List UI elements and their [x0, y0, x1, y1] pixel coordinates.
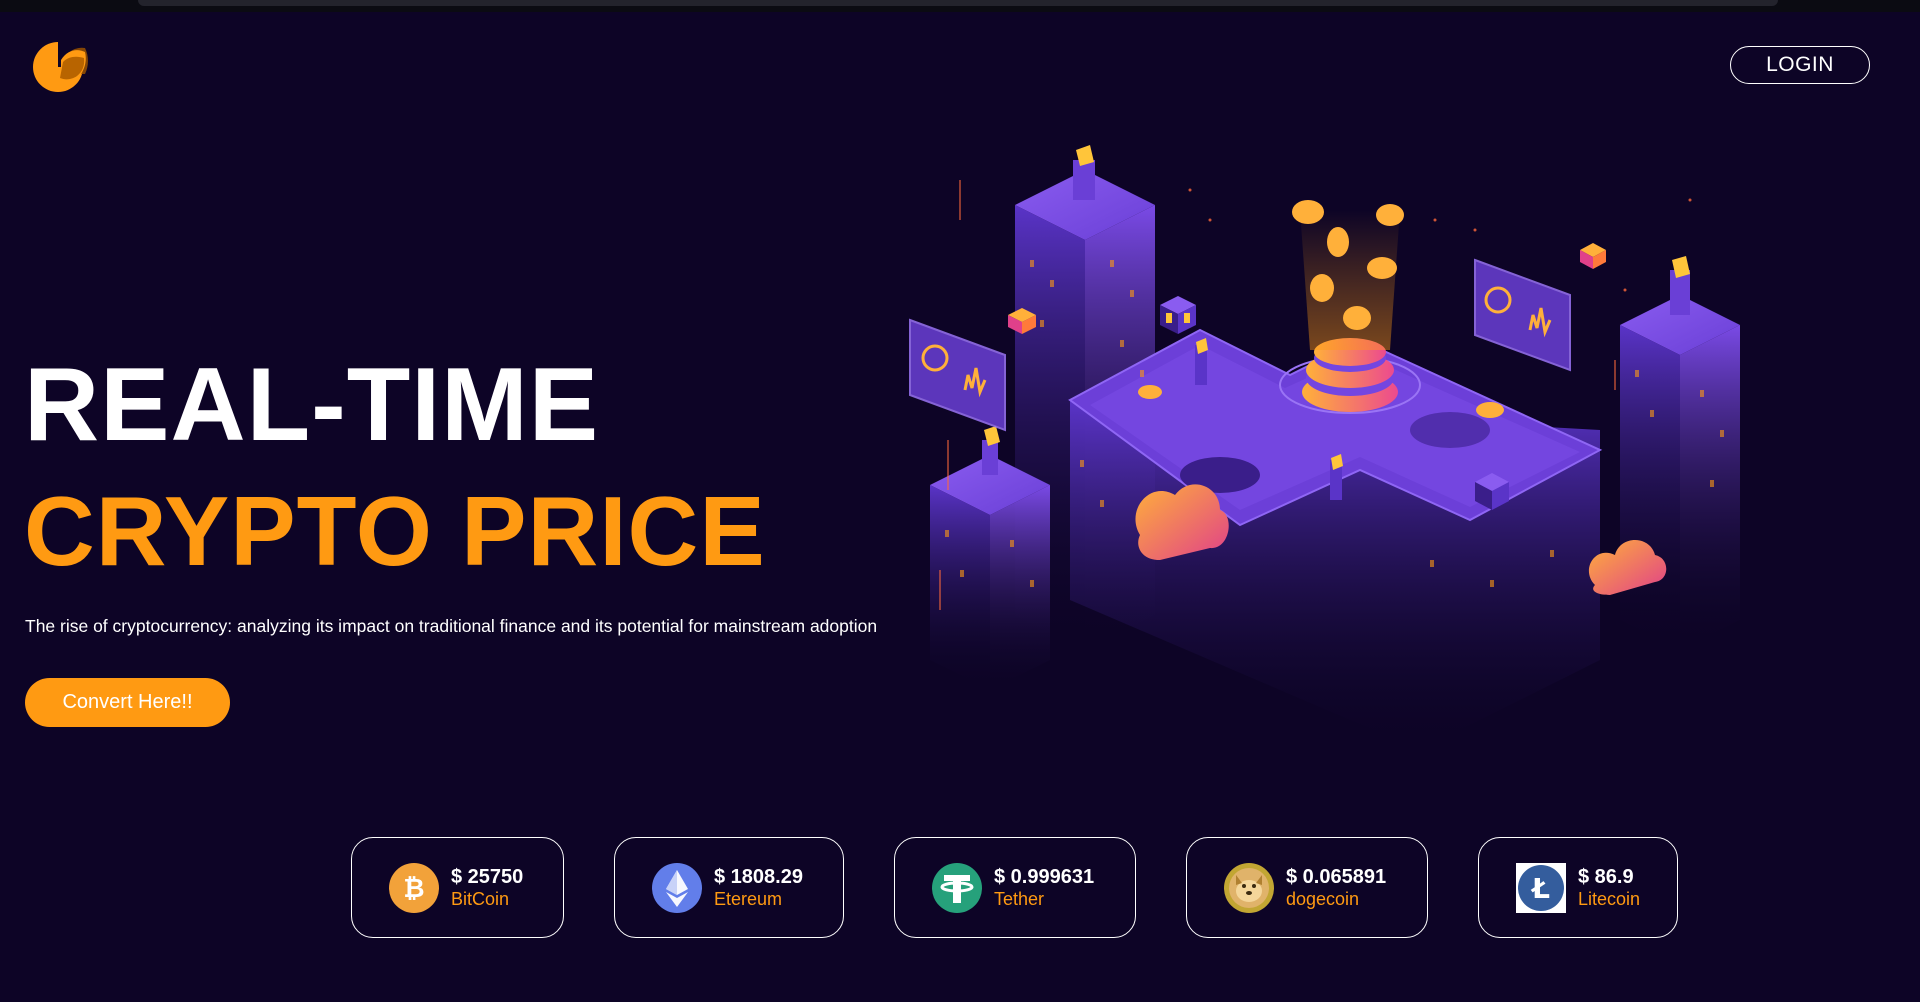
hero-title-line-2: CRYPTO PRICE	[24, 476, 766, 586]
coin-name: BitCoin	[451, 888, 510, 909]
coin-card-tether[interactable]: $ 0.999631 Tether	[894, 837, 1136, 938]
coin-price: $ 0.999631	[994, 865, 1095, 888]
logo-icon[interactable]	[27, 36, 89, 92]
ethereum-icon	[652, 862, 702, 913]
svg-text:Ł: Ł	[1530, 872, 1550, 905]
convert-button[interactable]: Convert Here!!	[25, 678, 230, 727]
dogecoin-icon	[1224, 862, 1274, 913]
scroll-track	[138, 0, 1778, 6]
coin-name: Etereum	[714, 888, 783, 909]
svg-text:₿: ₿	[403, 874, 424, 904]
coin-card-litecoin[interactable]: Ł $ 86.9 Litecoin	[1478, 837, 1678, 938]
litecoin-icon: Ł	[1516, 862, 1566, 913]
coin-price: $ 86.9	[1578, 865, 1634, 888]
coin-card-ethereum[interactable]: $ 1808.29 Etereum	[614, 837, 844, 938]
hero-subtitle: The rise of cryptocurrency: analyzing it…	[25, 616, 878, 636]
landing-page: LOGIN REAL-TIME CRYPTO PRICE The rise of…	[0, 0, 1920, 1002]
browser-top-strip	[0, 0, 1920, 12]
coin-name: dogecoin	[1286, 888, 1360, 909]
crypto-city-illustration	[909, 145, 1740, 750]
coin-card-bitcoin[interactable]: ₿ $ 25750 BitCoin	[351, 837, 564, 938]
tether-icon	[932, 862, 982, 913]
coin-price: $ 25750	[451, 865, 524, 888]
coin-card-dogecoin[interactable]: $ 0.065891 dogecoin	[1186, 837, 1428, 938]
coin-price: $ 0.065891	[1286, 865, 1387, 888]
bitcoin-icon: ₿	[389, 862, 439, 913]
coin-price: $ 1808.29	[714, 865, 803, 888]
coin-name: Litecoin	[1578, 888, 1641, 909]
coin-name: Tether	[994, 888, 1045, 909]
hero-title-line-1: REAL-TIME	[24, 347, 600, 463]
login-button[interactable]: LOGIN	[1730, 46, 1870, 84]
